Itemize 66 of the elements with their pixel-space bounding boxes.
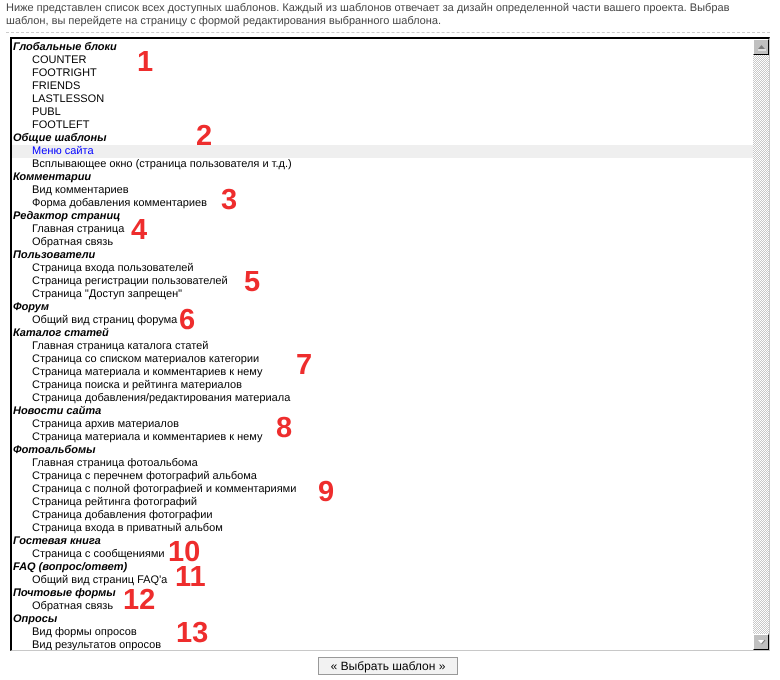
scroll-down-icon[interactable] (753, 634, 769, 650)
annotation-number: 6 (179, 308, 196, 332)
annotation-number: 1 (137, 50, 154, 74)
annotation-number: 10 (168, 540, 200, 564)
template-option[interactable]: Обратная связь (12, 600, 114, 613)
group-header: Глобальные блоки (12, 41, 117, 54)
template-option[interactable]: Страница с сообщениями (12, 548, 165, 561)
annotation-number: 13 (176, 621, 208, 645)
template-option[interactable]: Главная страница каталога статей (12, 340, 208, 353)
group-header: Фотоальбомы (12, 444, 96, 457)
template-option[interactable]: Меню сайта (12, 145, 753, 158)
template-option[interactable]: Страница рейтинга фотографий (12, 496, 198, 509)
group-header: Редактор страниц (12, 210, 120, 223)
group-header: Опросы (12, 613, 58, 626)
annotation-number: 5 (244, 270, 260, 294)
intro-text: Ниже представлен список всех доступных шаблонов. Каждый из шаблонов отвечает за дизайн определенной части вашего проекта. Выбрав шаблон, вы перейдете на страницу с формой редактирования выбранного шаблона. (6, 1, 730, 28)
template-option[interactable]: COUNTER (12, 54, 86, 67)
template-option[interactable]: FRIENDS (12, 80, 80, 93)
template-option[interactable]: Страница входа в приватный альбом (12, 522, 223, 535)
annotation-number: 11 (175, 565, 206, 589)
template-option[interactable]: Страница архив материалов (12, 418, 179, 431)
annotation-number: 2 (196, 124, 212, 148)
template-option[interactable]: Страница материала и комментариев к нему (12, 366, 262, 379)
template-option[interactable]: Вид результатов опросов (12, 639, 162, 650)
group-header: Пользователи (12, 249, 96, 262)
template-option[interactable]: Главная страница фотоальбома (12, 457, 198, 470)
annotation-number: 7 (296, 353, 312, 377)
group-header: Новости сайта (12, 405, 102, 418)
group-header: Гостевая книга (12, 535, 101, 548)
template-option[interactable]: FOOTRIGHT (12, 67, 97, 80)
template-option[interactable]: Страница добавления фотографии (12, 509, 213, 522)
template-option[interactable]: PUBL (12, 106, 61, 119)
template-option[interactable]: Страница добавления/редактирования материала (12, 392, 290, 405)
annotation-number: 3 (221, 188, 238, 212)
scrollbar[interactable] (753, 39, 769, 650)
choose-template-button[interactable]: « Выбрать шаблон » (318, 657, 458, 675)
template-option[interactable]: Главная страница (12, 223, 124, 236)
template-option[interactable]: Всплывающее окно (страница пользователя и т.д.) (12, 158, 292, 171)
template-option[interactable]: FOOTLEFT (12, 119, 90, 132)
template-listbox[interactable] (10, 37, 770, 651)
template-option[interactable]: Страница со списком материалов категории (12, 353, 260, 366)
template-option[interactable]: Общий вид страниц форума (12, 314, 178, 327)
template-option[interactable]: Обратная связь (12, 236, 114, 249)
template-option[interactable]: Вид формы опросов (12, 626, 137, 639)
annotation-number: 8 (276, 416, 292, 440)
template-option[interactable]: Форма добавления комментариев (12, 197, 208, 210)
annotation-number: 12 (123, 588, 156, 612)
template-option[interactable]: Страница "Доступ запрещен" (12, 288, 182, 301)
template-option[interactable]: Страница материала и комментариев к нему (12, 431, 262, 444)
group-header: FAQ (вопрос/ответ) (12, 561, 128, 574)
template-option[interactable]: Страница входа пользователей (12, 262, 194, 275)
template-option[interactable]: LASTLESSON (12, 93, 104, 106)
group-header: Почтовые формы (12, 587, 116, 600)
template-option[interactable]: Общий вид страниц FAQ'а (12, 574, 168, 587)
group-header: Каталог статей (12, 327, 109, 340)
template-option[interactable]: Страница поиска и рейтинга материалов (12, 379, 242, 392)
template-option[interactable]: Страница регистрации пользователей (12, 275, 228, 288)
annotation-number: 4 (131, 218, 148, 242)
annotation-number: 9 (318, 480, 334, 504)
template-option[interactable]: Вид комментариев (12, 184, 129, 197)
template-option[interactable]: Страница с полной фотографией и комментариями (12, 483, 296, 496)
group-header: Комментарии (12, 171, 92, 184)
group-header: Форум (12, 301, 49, 314)
template-option[interactable]: Страница с перечнем фотографий альбома (12, 470, 257, 483)
scroll-up-icon[interactable] (753, 39, 769, 55)
group-header: Общие шаблоны (12, 132, 107, 145)
